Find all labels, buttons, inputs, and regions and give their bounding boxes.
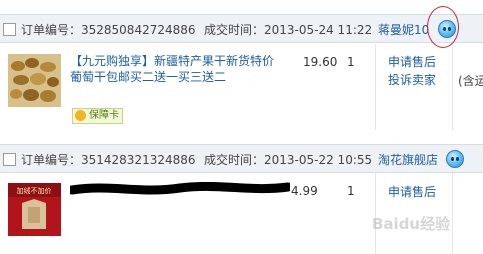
clothing-image: 加绒不加价	[8, 183, 61, 236]
highlight-circle	[427, 6, 459, 48]
guarantee-icon	[75, 110, 86, 121]
order-header: 订单编号：351428321324886 成交时间：2013-05-22 10:…	[0, 144, 483, 173]
watermark: Baidu经验	[372, 215, 451, 233]
column-divider	[375, 44, 376, 130]
wangwang-chat-icon[interactable]	[446, 150, 464, 168]
raisin-image	[8, 54, 61, 107]
order-checkbox[interactable]	[3, 153, 16, 166]
shipping-note: (含运	[458, 74, 483, 88]
after-sale-link[interactable]: 申请售后	[388, 52, 436, 72]
shop-link[interactable]: 淘花旗舰店	[378, 151, 438, 168]
item-quantity: 1	[347, 55, 355, 69]
item-quantity: 1	[347, 184, 355, 198]
complain-seller-link[interactable]: 投诉卖家	[388, 70, 436, 90]
item-title[interactable]: 【九元购独享】新疆特产果干新货特价葡萄干包邮买二送一买三送二	[70, 53, 282, 85]
order-number: 订单编号：351428321324886	[21, 153, 196, 167]
deal-time: 成交时间：2013-05-24 11:22	[204, 23, 373, 37]
thumb-slogan: 加绒不加价	[17, 186, 52, 195]
column-divider	[452, 173, 453, 254]
item-thumbnail[interactable]: 加绒不加价	[8, 183, 61, 236]
item-price: 4.99	[291, 184, 318, 198]
redacted-title-scribble	[67, 181, 293, 196]
column-divider	[452, 44, 453, 130]
guarantee-card-badge[interactable]: 保障卡	[72, 108, 123, 124]
item-thumbnail[interactable]	[8, 54, 61, 107]
after-sale-link[interactable]: 申请售后	[388, 182, 436, 202]
badge-label: 保障卡	[89, 110, 119, 121]
deal-time: 成交时间：2013-05-22 10:55	[204, 153, 373, 167]
order-number: 订单编号：352850842724886	[21, 23, 196, 37]
order-checkbox[interactable]	[3, 23, 16, 36]
shop-link[interactable]: 蒋曼妮10	[378, 21, 429, 38]
item-price: 19.60	[303, 55, 338, 69]
order-header: 订单编号：352850842724886 成交时间：2013-05-24 11:…	[0, 14, 483, 43]
